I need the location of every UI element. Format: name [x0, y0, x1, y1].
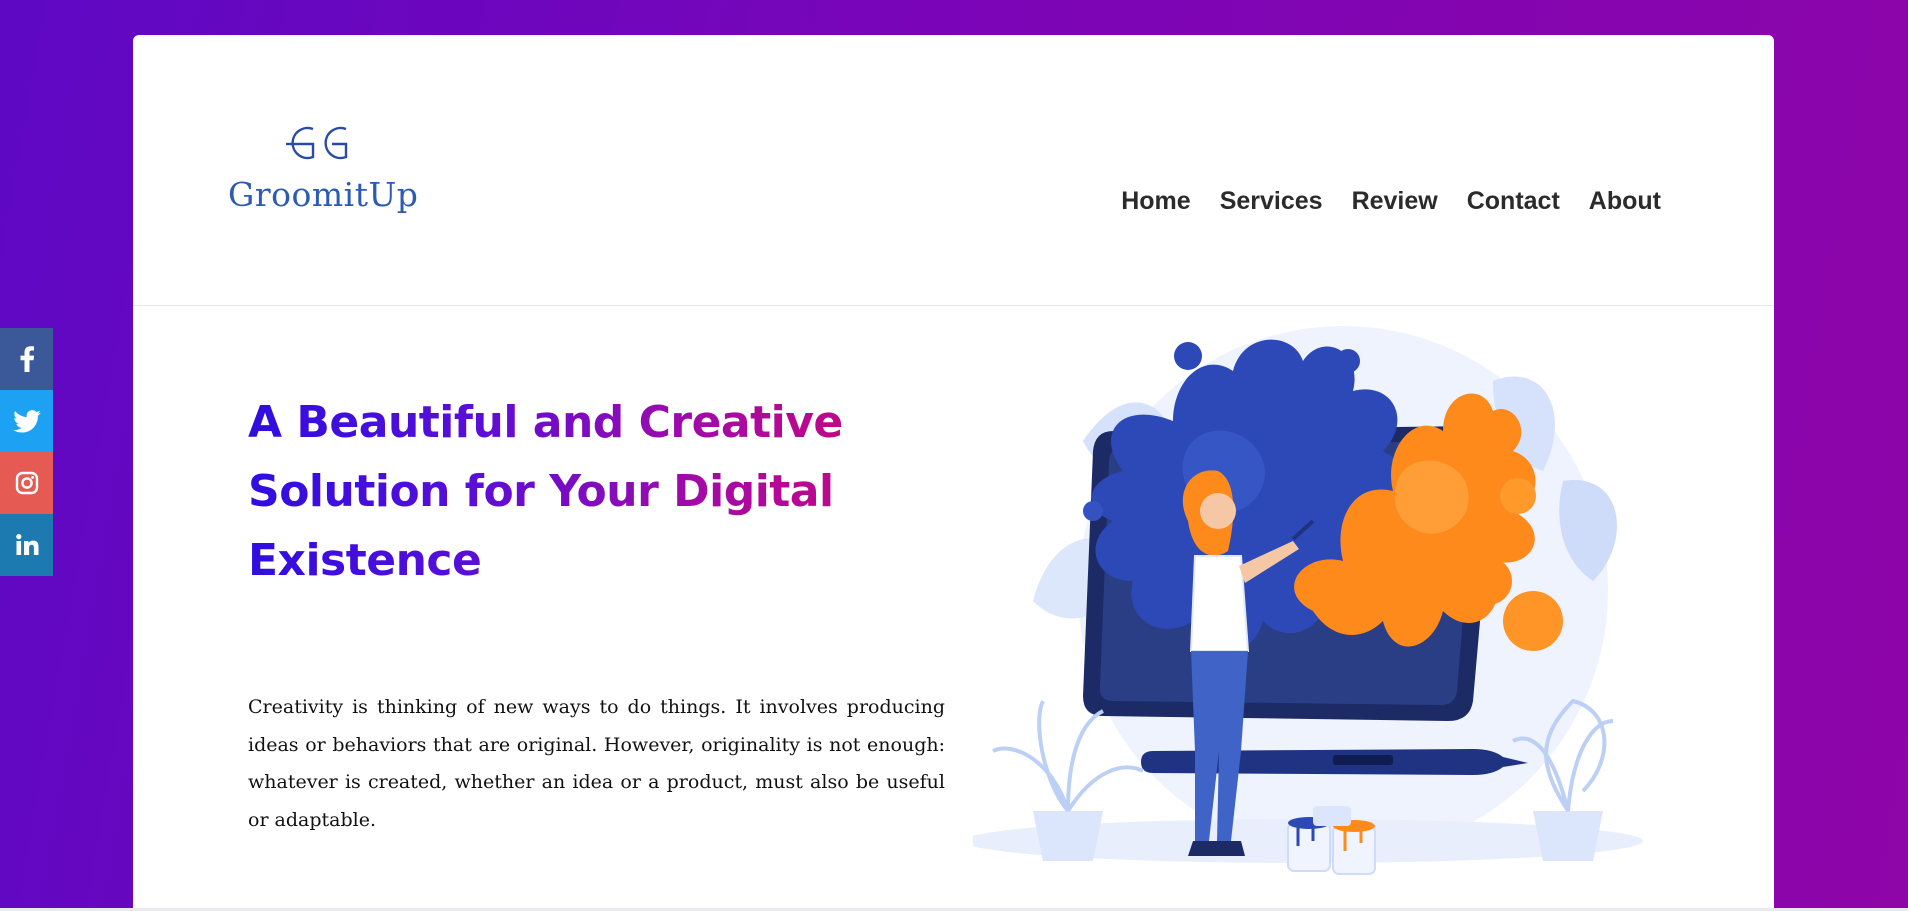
paint-can-orange: [1332, 825, 1376, 875]
nav-home[interactable]: Home: [1121, 187, 1190, 216]
twitter-icon: [12, 409, 41, 433]
facebook-link[interactable]: [0, 328, 53, 390]
plant-right: [1533, 811, 1603, 861]
brand-name: GroomitUp: [228, 175, 419, 214]
main-card: GroomitUp Home Services Review Contact A…: [133, 35, 1774, 911]
gg-monogram-icon: [286, 126, 348, 160]
site-header: GroomitUp Home Services Review Contact A…: [133, 35, 1774, 306]
main-nav: Home Services Review Contact About: [1121, 187, 1661, 216]
hero-title: A Beautiful and Creative Solution for Yo…: [248, 388, 888, 595]
instagram-link[interactable]: [0, 452, 53, 514]
facebook-icon: [20, 346, 34, 372]
artist-painting-illustration: [973, 326, 1643, 875]
nav-services[interactable]: Services: [1220, 187, 1323, 216]
social-sidebar: [0, 328, 53, 576]
twitter-link[interactable]: [0, 390, 53, 452]
plant-left: [1033, 811, 1103, 861]
nav-contact[interactable]: Contact: [1467, 187, 1560, 216]
paint-can-blue: [1287, 822, 1331, 872]
nav-about[interactable]: About: [1589, 187, 1661, 216]
instagram-icon: [15, 471, 38, 495]
linkedin-link[interactable]: [0, 514, 53, 576]
hero-description: Creativity is thinking of new ways to do…: [248, 696, 945, 831]
linkedin-icon: [15, 534, 38, 555]
nav-review[interactable]: Review: [1352, 187, 1438, 216]
brand-logo[interactable]: GroomitUp: [228, 123, 418, 223]
